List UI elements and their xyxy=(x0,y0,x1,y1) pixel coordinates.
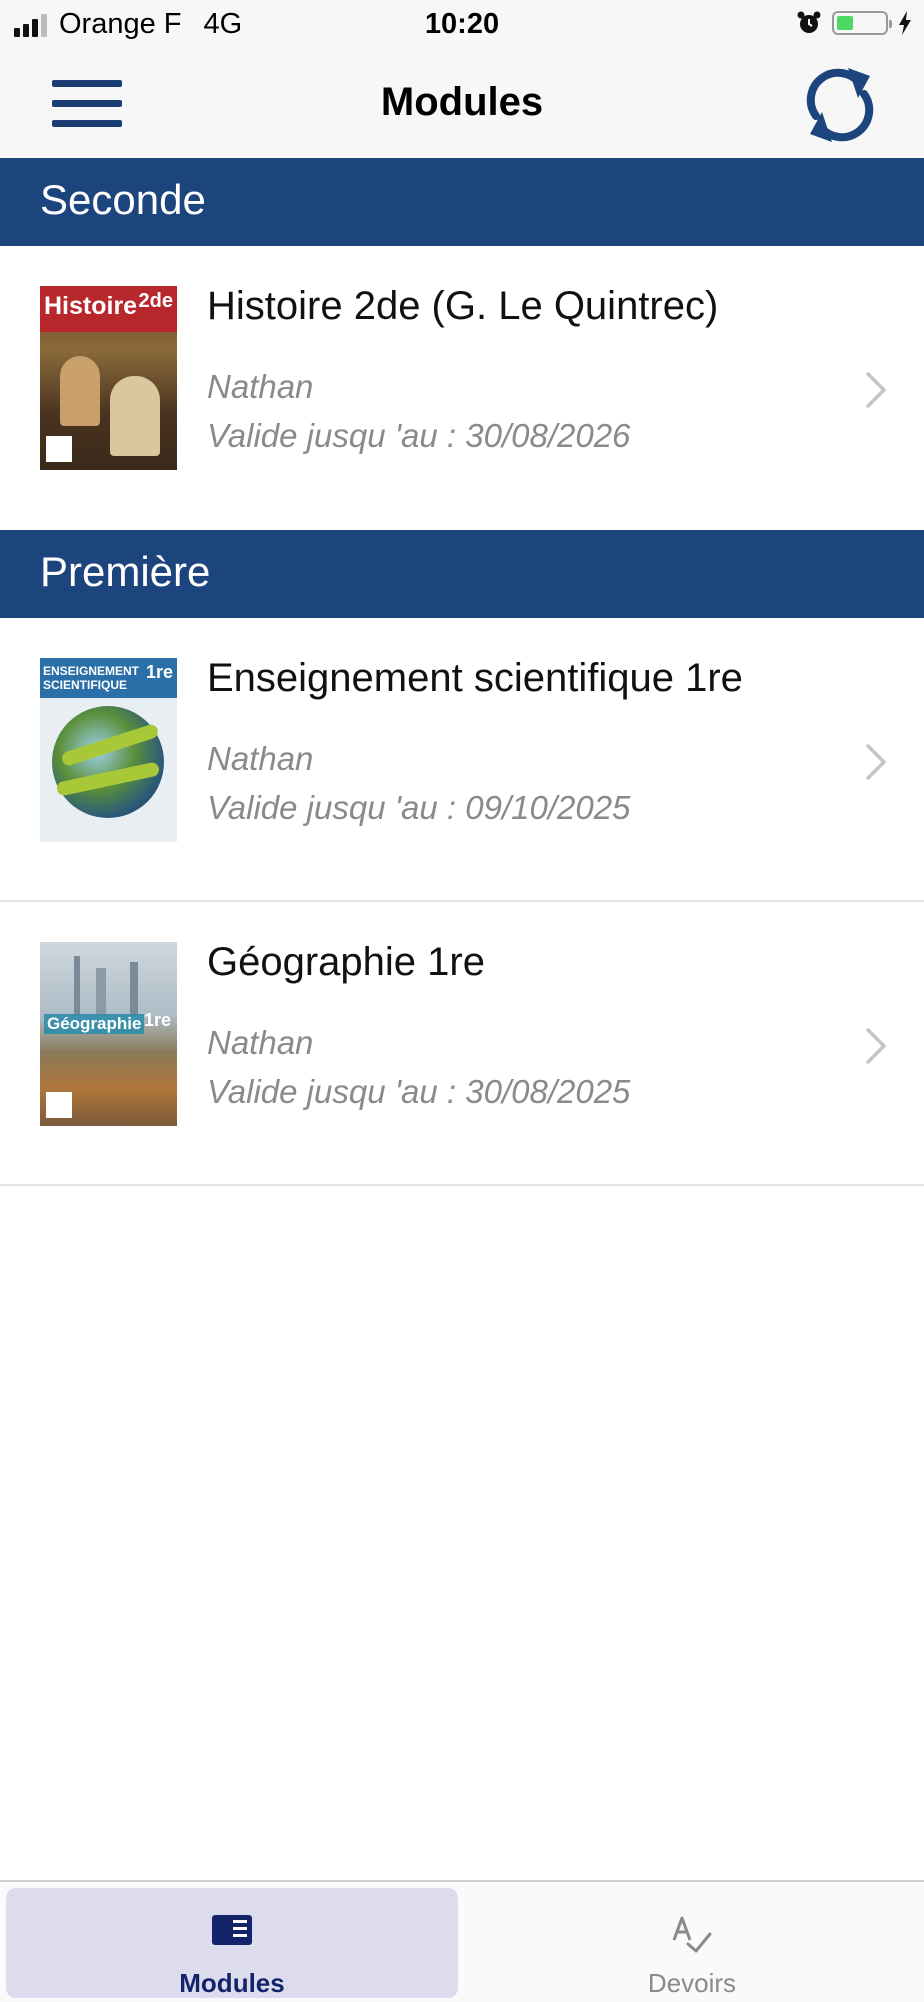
cover-title: Géographie xyxy=(44,1014,145,1034)
alarm-icon xyxy=(797,11,821,33)
cover-badge: 1re xyxy=(145,662,173,682)
navigation-bar: Modules xyxy=(0,52,924,159)
book-icon xyxy=(212,1915,252,1945)
module-row-histoire[interactable]: Histoire 2de Histoire 2de (G. Le Quintre… xyxy=(0,246,924,530)
chevron-right-icon xyxy=(866,372,886,408)
chevron-right-icon xyxy=(866,744,886,780)
section-header-premiere: Première xyxy=(0,530,924,618)
module-publisher: Nathan xyxy=(207,740,314,777)
tab-label: Devoirs xyxy=(647,1968,737,1998)
module-publisher: Nathan xyxy=(207,1024,314,1061)
section-header-seconde: Seconde xyxy=(0,158,924,246)
module-validity: Valide jusqu 'au : 09/10/2025 xyxy=(207,789,631,826)
section-title: Seconde xyxy=(40,176,206,223)
status-time: 10:20 xyxy=(424,8,500,40)
cover-title: Histoire xyxy=(44,292,138,320)
module-title: Enseignement scientifique 1re xyxy=(207,656,743,700)
tab-modules[interactable]: Modules xyxy=(6,1888,458,1998)
cover-title: ENSEIGNEMENT SCIENTIFIQUE xyxy=(43,664,140,692)
module-validity: Valide jusqu 'au : 30/08/2026 xyxy=(207,417,631,454)
charging-bolt-icon xyxy=(899,11,911,35)
module-row-geographie[interactable]: Géographie 1re Géographie 1re Nathan Val… xyxy=(0,902,924,1186)
module-row-enseignement-scientifique[interactable]: ENSEIGNEMENT SCIENTIFIQUE 1re Enseigneme… xyxy=(0,618,924,902)
page-title: Modules xyxy=(380,80,544,124)
module-title: Géographie 1re xyxy=(207,940,485,984)
section-title: Première xyxy=(40,548,211,595)
book-cover-enseignement-scientifique: ENSEIGNEMENT SCIENTIFIQUE 1re xyxy=(40,658,177,842)
book-cover-geographie: Géographie 1re xyxy=(40,942,177,1126)
book-cover-histoire: Histoire 2de xyxy=(40,286,177,470)
battery-icon xyxy=(832,11,892,35)
spellcheck-icon xyxy=(672,1916,712,1953)
tab-devoirs[interactable]: Devoirs xyxy=(466,1888,918,1998)
tab-bar: Modules Devoirs xyxy=(0,1880,924,2002)
cover-badge: 1re xyxy=(144,1010,172,1030)
module-title: Histoire 2de (G. Le Quintrec) xyxy=(207,284,719,328)
chevron-right-icon xyxy=(866,1028,886,1064)
module-publisher: Nathan xyxy=(207,368,314,405)
tab-label: Modules xyxy=(179,1968,285,1998)
cover-badge: 2de xyxy=(138,290,173,312)
status-bar: Orange F 4G 10:20 xyxy=(0,0,924,52)
sync-icon[interactable] xyxy=(802,62,878,148)
module-validity: Valide jusqu 'au : 30/08/2025 xyxy=(207,1073,631,1110)
